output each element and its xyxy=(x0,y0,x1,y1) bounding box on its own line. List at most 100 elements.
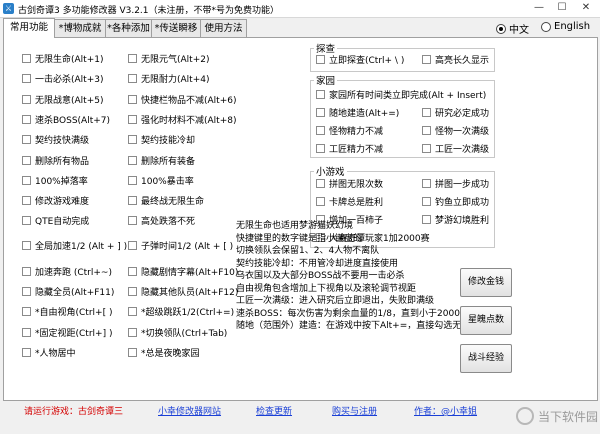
cheat-checkbox[interactable]: 高亮长久显示 xyxy=(422,53,489,66)
checkbox-box[interactable] xyxy=(128,195,137,205)
cheat-checkbox[interactable]: 工匠一次满级 xyxy=(422,142,489,155)
checkbox-box[interactable] xyxy=(128,175,137,185)
cheat-checkbox[interactable]: QTE自动完成 xyxy=(22,214,89,227)
checkbox-box[interactable] xyxy=(128,327,137,337)
cheat-checkbox[interactable]: 加速奔跑 (Ctrl+~) xyxy=(22,265,112,278)
tab-common[interactable]: 常用功能 xyxy=(3,18,55,38)
checkbox-box[interactable] xyxy=(422,143,431,153)
checkbox-box[interactable] xyxy=(128,215,137,225)
cheat-checkbox[interactable]: 随地建造(Alt+=) xyxy=(316,106,399,119)
cheat-checkbox[interactable]: 隐藏剧情字幕(Alt+F10) xyxy=(128,265,238,278)
checkbox-box[interactable] xyxy=(22,195,31,205)
cheat-checkbox[interactable]: 立即探查(Ctrl+ \ ) xyxy=(316,53,404,66)
lang-zh-option[interactable]: 中文 xyxy=(496,21,529,36)
cheat-checkbox[interactable]: 契约技能冷却 xyxy=(128,133,195,146)
cheat-checkbox[interactable]: 一击必杀(Alt+3) xyxy=(22,72,103,85)
cheat-checkbox[interactable]: 100%暴击率 xyxy=(128,174,194,187)
tab-usage[interactable]: 使用方法 xyxy=(200,19,247,37)
lang-zh-radio[interactable] xyxy=(496,23,506,34)
cheat-checkbox[interactable]: 家园所有时间类立即完成(Alt + Insert) xyxy=(316,88,486,101)
checkbox-box[interactable] xyxy=(22,327,31,337)
checkbox-box[interactable] xyxy=(422,54,431,64)
checkbox-box[interactable] xyxy=(22,73,31,83)
cheat-checkbox[interactable]: 删除所有装备 xyxy=(128,154,195,167)
cheat-checkbox[interactable]: 契约技快满级 xyxy=(22,133,89,146)
tab-teleport[interactable]: *传送瞬移 xyxy=(151,19,201,37)
checkbox-box[interactable] xyxy=(22,266,31,276)
cheat-checkbox[interactable]: 最终战无限生命 xyxy=(128,194,204,207)
cheat-checkbox[interactable]: 删除所有物品 xyxy=(22,154,89,167)
cheat-checkbox[interactable]: 无限耐力(Alt+4) xyxy=(128,72,209,85)
checkbox-box[interactable] xyxy=(128,240,137,250)
checkbox-box[interactable] xyxy=(22,240,31,250)
checkbox-box[interactable] xyxy=(316,89,325,99)
checkbox-box[interactable] xyxy=(22,155,31,165)
purchase-register-link[interactable]: 购买与注册 xyxy=(332,404,377,417)
checkbox-box[interactable] xyxy=(22,53,31,63)
checkbox-box[interactable] xyxy=(422,196,431,206)
cheat-checkbox[interactable]: 高处跌落不死 xyxy=(128,214,195,227)
checkbox-box[interactable] xyxy=(128,306,137,316)
cheat-checkbox[interactable]: 卡牌总是胜利 xyxy=(316,195,383,208)
checkbox-box[interactable] xyxy=(22,215,31,225)
cheat-checkbox[interactable]: *切换领队(Ctrl+Tab) xyxy=(128,326,227,339)
checkbox-box[interactable] xyxy=(422,178,431,188)
cheat-checkbox[interactable]: 子弹时间1/2 (Alt + [ ) xyxy=(128,239,233,252)
lang-en-radio[interactable] xyxy=(541,21,551,32)
cheat-checkbox[interactable]: *总是夜晚家园 xyxy=(128,346,200,359)
checkbox-box[interactable] xyxy=(316,196,325,206)
cheat-checkbox[interactable]: 钓鱼立即成功 xyxy=(422,195,489,208)
cheat-checkbox[interactable]: 怪物精力不减 xyxy=(316,124,383,137)
cheat-checkbox[interactable]: 怪物一次满级 xyxy=(422,124,489,137)
checkbox-box[interactable] xyxy=(316,125,325,135)
checkbox-box[interactable] xyxy=(128,94,137,104)
cheat-checkbox[interactable]: 拼图一步成功 xyxy=(422,177,489,190)
checkbox-box[interactable] xyxy=(128,114,137,124)
cheat-checkbox[interactable]: 全局加速1/2 (Alt + ] ) xyxy=(22,239,127,252)
checkbox-box[interactable] xyxy=(128,53,137,63)
cheat-checkbox[interactable]: 拼图无限次数 xyxy=(316,177,383,190)
cheat-checkbox[interactable]: 无限元气(Alt+2) xyxy=(128,52,209,65)
website-link[interactable]: 小幸修改器网站 xyxy=(158,404,221,417)
cheat-checkbox[interactable]: 快捷栏物品不减(Alt+6) xyxy=(128,93,236,106)
checkbox-box[interactable] xyxy=(422,125,431,135)
cheat-checkbox[interactable]: *固定视距(Ctrl+] ) xyxy=(22,326,112,339)
cheat-checkbox[interactable]: 隐藏全员(Alt+F11) xyxy=(22,285,114,298)
cheat-checkbox[interactable]: *人物居中 xyxy=(22,346,76,359)
checkbox-box[interactable] xyxy=(128,347,137,357)
battle-exp-button[interactable]: 战斗经验 xyxy=(460,344,512,373)
checkbox-box[interactable] xyxy=(316,107,325,117)
tab-add-items[interactable]: *各种添加 xyxy=(105,19,152,37)
cheat-checkbox[interactable]: *自由视角(Ctrl+[ ) xyxy=(22,305,112,318)
modify-money-button[interactable]: 修改金钱 xyxy=(460,268,512,297)
checkbox-box[interactable] xyxy=(22,286,31,296)
star-points-button[interactable]: 星魄点数 xyxy=(460,306,512,335)
checkbox-box[interactable] xyxy=(316,178,325,188)
checkbox-box[interactable] xyxy=(22,175,31,185)
cheat-checkbox[interactable]: 无限战意(Alt+5) xyxy=(22,93,103,106)
tab-achievements[interactable]: *博物成就 xyxy=(54,19,106,37)
minimize-button[interactable]: — xyxy=(528,0,550,17)
cheat-checkbox[interactable]: 100%掉落率 xyxy=(22,174,88,187)
checkbox-box[interactable] xyxy=(422,107,431,117)
cheat-checkbox[interactable]: 隐藏其他队员(Alt+F12) xyxy=(128,285,238,298)
author-link[interactable]: 作者：@小幸姐 xyxy=(414,404,477,417)
lang-en-option[interactable]: English xyxy=(541,21,590,32)
checkbox-box[interactable] xyxy=(22,114,31,124)
checkbox-box[interactable] xyxy=(22,347,31,357)
checkbox-box[interactable] xyxy=(128,266,137,276)
checkbox-box[interactable] xyxy=(316,54,325,64)
close-button[interactable]: ✕ xyxy=(575,0,597,17)
check-update-link[interactable]: 检查更新 xyxy=(256,404,292,417)
checkbox-box[interactable] xyxy=(22,94,31,104)
maximize-button[interactable]: ☐ xyxy=(551,0,573,17)
checkbox-box[interactable] xyxy=(128,134,137,144)
checkbox-box[interactable] xyxy=(22,306,31,316)
cheat-checkbox[interactable]: 修改游戏难度 xyxy=(22,194,89,207)
checkbox-box[interactable] xyxy=(128,286,137,296)
cheat-checkbox[interactable]: 速杀BOSS(Alt+7) xyxy=(22,113,110,126)
cheat-checkbox[interactable]: 无限生命(Alt+1) xyxy=(22,52,103,65)
cheat-checkbox[interactable]: 强化时材料不减(Alt+8) xyxy=(128,113,236,126)
checkbox-box[interactable] xyxy=(128,155,137,165)
checkbox-box[interactable] xyxy=(22,134,31,144)
